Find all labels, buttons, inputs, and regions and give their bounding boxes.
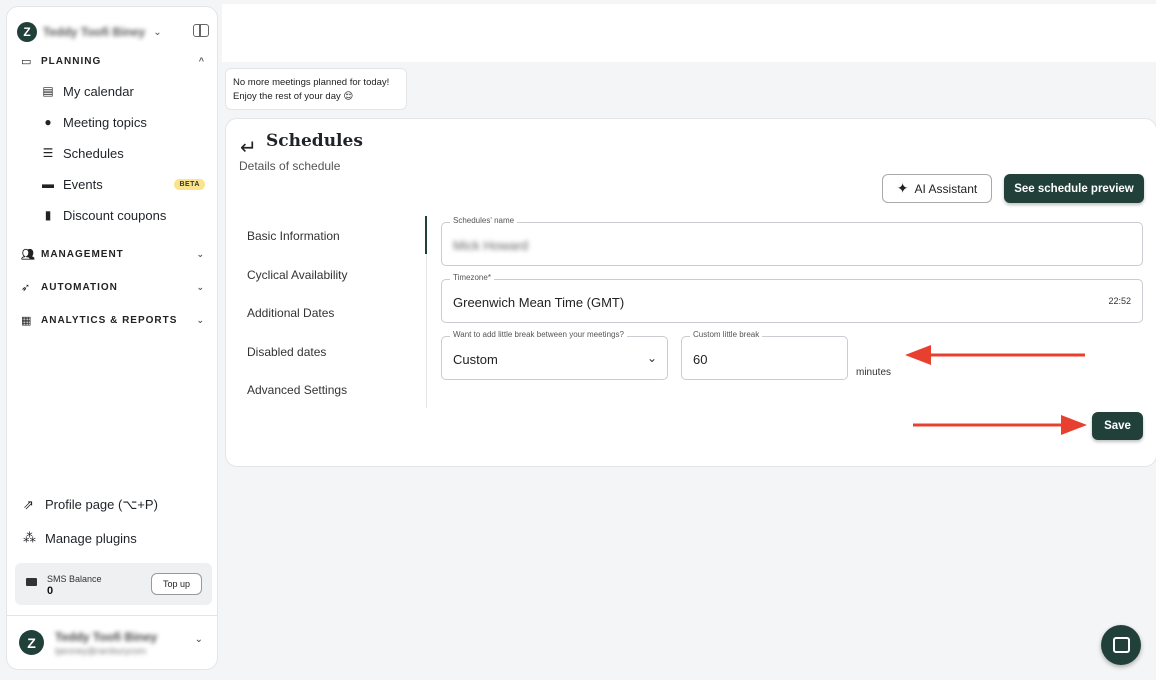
top-bar [222,4,1156,62]
daily-notice: No more meetings planned for today! Enjo… [225,68,407,110]
see-schedule-preview-button[interactable]: See schedule preview [1004,174,1144,203]
page-title: Schedules [266,131,363,151]
sidebar-item-meeting-topics[interactable]: ● Meeting topics [41,110,205,134]
sms-balance-panel: SMS Balance 0 Top up [15,563,212,605]
save-button[interactable]: Save [1092,412,1143,440]
field-label: Custom little break [690,330,763,339]
manage-plugins-label: Manage plugins [45,530,137,546]
sidebar-item-label: Schedules [63,145,124,161]
workspace-name: Teddy Toofi Biney [43,25,146,39]
page-subtitle: Details of schedule [239,159,341,173]
sidebar-toggle-icon[interactable] [193,24,209,37]
sidebar-item-label: My calendar [63,83,134,99]
field-value: 60 [693,352,708,367]
field-value: Custom [453,352,498,367]
list-icon: ☰ [42,146,54,160]
chat-icon [1112,637,1130,653]
section-label: AUTOMATION [41,281,118,293]
manage-plugins-link[interactable]: ⁂ Manage plugins [23,526,213,550]
profile-page-label: Profile page (⌥+P) [45,497,158,512]
chat-support-button[interactable] [1101,625,1141,665]
tab-advanced-settings[interactable]: Advanced Settings [247,383,347,397]
notice-line: Enjoy the rest of your day 😌 [233,91,354,102]
rocket-icon: ➶ [21,281,32,294]
back-arrow-icon[interactable]: ↵ [240,135,257,160]
users-icon: 👥︎ [21,248,36,261]
sidebar-item-label: Meeting topics [63,114,147,130]
sidebar: Z Teddy Toofi Biney ⌄ ▭ PLANNING ^ ▤ My … [6,6,218,670]
field-label: Timezone* [450,273,494,282]
user-email: tjaroney@ramburycom [55,646,147,656]
profile-page-link[interactable]: ⇗ Profile page (⌥+P) [23,493,213,517]
presentation-icon: ▦ [21,314,33,327]
sidebar-item-discount-coupons[interactable]: ▮ Discount coupons [41,203,205,227]
timezone-field[interactable]: Timezone* Greenwich Mean Time (GMT) 22:5… [441,273,1143,323]
sidebar-item-schedules[interactable]: ☰ Schedules [41,141,205,165]
chevron-down-icon: ⌄ [196,314,205,325]
sidebar-item-label: Events [63,176,103,192]
chevron-down-icon: ⌄ [646,351,657,365]
field-label: Schedules' name [450,216,518,225]
chevron-down-icon: ⌄ [194,634,203,645]
section-label: PLANNING [41,55,102,67]
external-link-icon: ⇗ [23,497,34,512]
notice-line: No more meetings planned for today! [233,77,390,88]
custom-break-input[interactable]: Custom little break 60 [681,330,848,380]
user-name: Teddy Toofi Biney [55,630,158,644]
annotation-arrow-left [905,345,1085,365]
sidebar-item-events[interactable]: ▬ Events BETA [41,172,205,196]
coupon-icon: ▮ [44,208,52,222]
section-planning[interactable]: ▭ PLANNING ^ [21,51,205,71]
sms-balance-value: 0 [47,585,54,597]
current-time: 22:52 [1108,296,1131,306]
ticket-icon: ▬ [42,177,54,191]
chevron-down-icon: ⌄ [196,248,205,259]
sidebar-item-label: Discount coupons [63,207,167,223]
field-value: Mick Howard [453,238,529,253]
ai-assistant-button[interactable]: ✦ AI Assistant [882,174,992,203]
sms-balance-label: SMS Balance [47,574,102,584]
chevron-down-icon: ⌄ [153,26,162,38]
tab-additional-dates[interactable]: Additional Dates [247,306,334,320]
mail-icon [26,578,37,586]
break-select[interactable]: Want to add little break between your me… [441,330,668,380]
calendar-icon: ▭ [21,55,33,68]
tab-basic-information[interactable]: Basic Information [247,229,340,243]
active-tab-indicator [425,216,427,254]
field-label: Want to add little break between your me… [450,330,627,339]
unit-label: minutes [856,367,892,378]
section-automation[interactable]: ➶ AUTOMATION ⌄ [21,277,205,297]
chevron-up-icon: ^ [198,56,205,66]
section-label: ANALYTICS & REPORTS [41,314,178,326]
section-analytics[interactable]: ▦ ANALYTICS & REPORTS ⌄ [21,310,205,330]
calendar-icon: ▤ [42,84,54,98]
workspace-switcher[interactable]: Z Teddy Toofi Biney ⌄ [17,17,209,47]
user-menu[interactable]: Z Teddy Toofi Biney tjaroney@ramburycom … [7,615,217,669]
chat-icon: ● [44,115,52,129]
workspace-logo: Z [17,22,37,42]
section-management[interactable]: 👥︎ MANAGEMENT ⌄ [21,244,205,264]
sparkle-icon: ✦ [896,180,909,196]
sidebar-item-my-calendar[interactable]: ▤ My calendar [41,79,205,103]
plugins-icon: ⁂ [23,530,36,545]
tab-disabled-dates[interactable]: Disabled dates [247,345,326,359]
avatar: Z [19,630,44,655]
ai-assistant-label: AI Assistant [914,181,978,196]
chevron-down-icon: ⌄ [196,281,205,292]
top-up-button[interactable]: Top up [151,573,202,595]
field-value: Greenwich Mean Time (GMT) [453,295,625,310]
annotation-arrow-right [913,415,1087,435]
section-label: MANAGEMENT [41,248,124,260]
tab-cyclical-availability[interactable]: Cyclical Availability [247,268,347,282]
beta-badge: BETA [174,178,205,190]
schedule-name-field[interactable]: Schedules' name Mick Howard [441,216,1143,266]
